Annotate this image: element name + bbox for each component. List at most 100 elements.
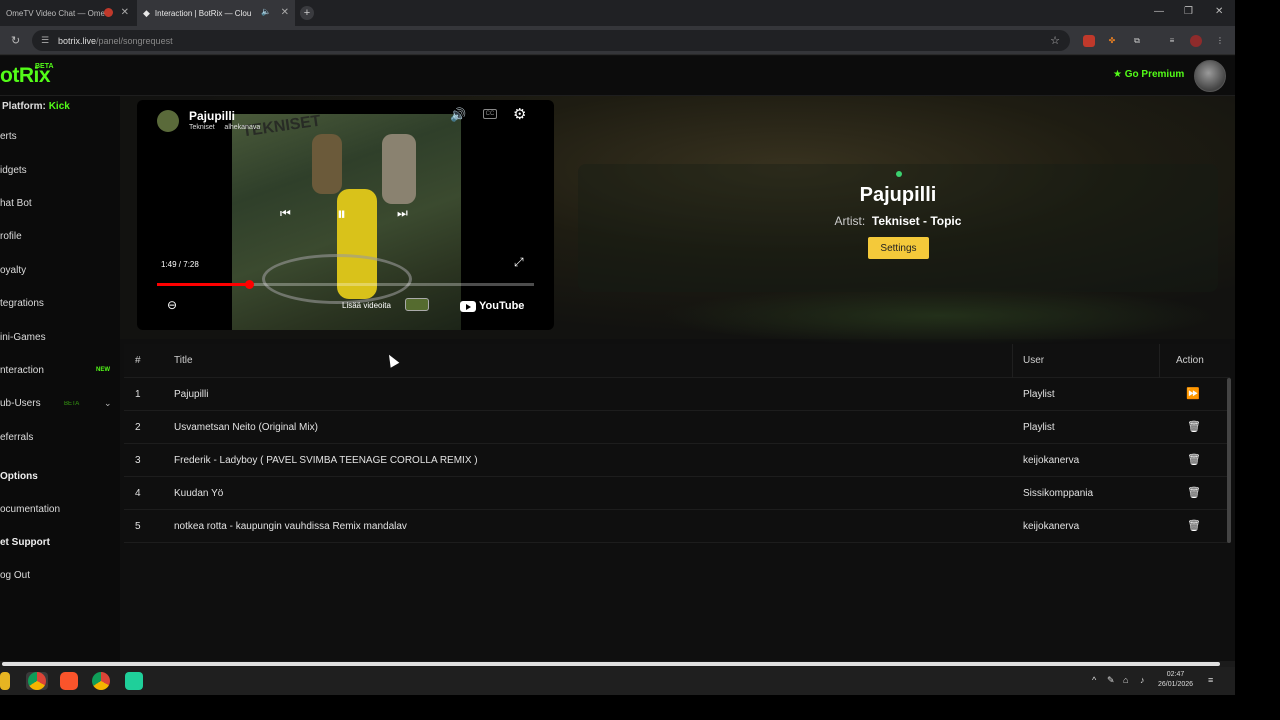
artist-label: Artist:: [834, 214, 866, 228]
extension-icon[interactable]: [1083, 35, 1095, 47]
screen: OmeTV Video Chat — Ome ✕ ◆ Interaction |…: [0, 0, 1235, 695]
volume-icon[interactable]: 🔊: [450, 107, 466, 123]
now-playing-panel: Pajupilli Artist: Tekniset - Topic Setti…: [578, 164, 1218, 292]
channel-avatar[interactable]: [157, 110, 179, 132]
scrollbar-thumb[interactable]: [2, 662, 1220, 666]
reload-icon[interactable]: ↻: [11, 34, 20, 47]
browser-tab[interactable]: OmeTV Video Chat — Ome ✕: [0, 0, 135, 26]
url-field[interactable]: ☰ botrix.live/panel/songrequest ☆: [32, 30, 1070, 51]
video-title[interactable]: Pajupilli: [189, 109, 235, 123]
gear-icon[interactable]: ⚙: [513, 105, 526, 123]
trash-icon[interactable]: 🗑: [1187, 519, 1201, 532]
row-title: Usvametsan Neito (Original Mix): [174, 422, 318, 433]
notifications-icon[interactable]: ≡: [1208, 675, 1213, 685]
trash-icon[interactable]: 🗑: [1187, 453, 1201, 466]
trash-icon[interactable]: 🗑: [1187, 420, 1201, 433]
row-number: 3: [135, 455, 141, 466]
row-title: notkea rotta - kaupungin vauhdissa Remix…: [174, 521, 407, 532]
main-content: TEKNISET Pajupilli Tekniset alhekanava 🔊…: [120, 96, 1235, 661]
sidebar-item-log-out[interactable]: og Out: [0, 570, 30, 581]
vertical-scrollbar[interactable]: [1227, 378, 1231, 543]
table-row[interactable]: 4 Kuudan Yö Sissikomppania 🗑: [124, 477, 1230, 510]
sidebar-item-widgets[interactable]: idgets: [0, 165, 27, 176]
youtube-label: YouTube: [479, 300, 525, 312]
video-channel: Tekniset alhekanava: [189, 124, 260, 131]
song-queue-table: # Title User Action 1 Pajupilli Playlist…: [124, 344, 1230, 544]
table-row[interactable]: 2 Usvametsan Neito (Original Mix) Playli…: [124, 411, 1230, 444]
sidebar-item-sub-users[interactable]: ub-Users: [0, 398, 41, 409]
platform-indicator: Platform: Kick: [2, 101, 70, 112]
sidebar-item-chat-bot[interactable]: hat Bot: [0, 198, 32, 209]
row-user: Playlist: [1023, 422, 1055, 433]
sidebar-item-mini-games[interactable]: ini-Games: [0, 332, 46, 343]
skip-forward-icon[interactable]: ⏩: [1186, 387, 1200, 400]
previous-track-icon[interactable]: ⏮: [280, 206, 291, 221]
media-control-icon[interactable]: ≡: [1166, 35, 1178, 47]
close-window-icon[interactable]: ✕: [1215, 6, 1223, 17]
restore-icon[interactable]: ❐: [1184, 6, 1193, 17]
progress-fill: [157, 283, 250, 286]
settings-button[interactable]: Settings: [868, 237, 929, 259]
file-explorer-icon[interactable]: [0, 672, 10, 690]
row-title: Kuudan Yö: [174, 488, 224, 499]
trash-icon[interactable]: 🗑: [1187, 486, 1201, 499]
network-icon[interactable]: ⌂: [1123, 675, 1128, 685]
taskbar-clock[interactable]: 02:47 26/01/2026: [1158, 670, 1193, 690]
table-row[interactable]: 5 notkea rotta - kaupungin vauhdissa Rem…: [124, 510, 1230, 543]
bookmark-star-icon[interactable]: ☆: [1050, 34, 1060, 47]
go-premium-button[interactable]: ★ Go Premium: [1113, 69, 1184, 80]
browser-tab-active[interactable]: ◆ Interaction | BotRix — Clou 🔈 ✕: [137, 0, 295, 26]
tray-chevron-icon[interactable]: ^: [1092, 675, 1096, 685]
sidebar-item-referrals[interactable]: eferrals: [0, 432, 33, 443]
more-videos-label[interactable]: Lisää videoita: [342, 301, 391, 310]
user-avatar[interactable]: [1194, 60, 1226, 92]
url-host: botrix.live: [58, 35, 97, 46]
close-tab-icon[interactable]: ✕: [121, 7, 129, 18]
audio-playing-icon[interactable]: 🔈: [261, 7, 271, 16]
url-path: /panel/songrequest: [96, 35, 173, 46]
more-videos-thumb-icon[interactable]: [405, 298, 429, 311]
clock-time: 02:47: [1166, 671, 1185, 678]
menu-dots-icon[interactable]: ⋮: [1214, 35, 1226, 47]
close-tab-icon[interactable]: ✕: [281, 7, 289, 18]
youtube-logo[interactable]: YouTube: [460, 300, 524, 312]
brave-icon[interactable]: [60, 672, 78, 690]
volume-tray-icon[interactable]: ♪: [1140, 675, 1145, 685]
chrome-icon[interactable]: [28, 672, 46, 690]
chevron-down-icon[interactable]: ⌄: [104, 398, 112, 409]
time-display: 1:49 / 7:28: [161, 260, 199, 269]
minimize-icon[interactable]: —: [1154, 6, 1164, 17]
extension-icon[interactable]: ✤: [1106, 35, 1118, 47]
fullscreen-icon[interactable]: ⤢: [514, 255, 524, 270]
link-icon[interactable]: ⊖: [167, 298, 177, 312]
sidebar-section-options: Options: [0, 471, 38, 482]
sidebar-item-profile[interactable]: rofile: [0, 231, 22, 242]
sidebar-item-get-support[interactable]: et Support: [0, 537, 50, 548]
beta-badge: BETA: [64, 401, 80, 407]
profile-avatar-icon[interactable]: [1190, 35, 1202, 47]
table-header-row: # Title User Action: [124, 344, 1230, 378]
new-tab-button[interactable]: +: [300, 6, 314, 20]
table-row[interactable]: 1 Pajupilli Playlist ⏩: [124, 378, 1230, 411]
progress-bar[interactable]: [157, 280, 534, 289]
platform-value: Kick: [48, 101, 70, 112]
site-info-icon[interactable]: ☰: [41, 35, 49, 46]
sidebar-item-integrations[interactable]: tegrations: [0, 298, 44, 309]
now-playing-artist: Artist: Tekniset - Topic: [578, 214, 1218, 228]
extensions-puzzle-icon[interactable]: ⧉: [1131, 35, 1143, 47]
next-track-icon[interactable]: ⏭: [397, 206, 408, 221]
app-icon[interactable]: [125, 672, 143, 690]
sidebar-item-interaction[interactable]: nteraction: [0, 365, 44, 376]
live-status-dot: [896, 171, 902, 177]
sidebar-item-documentation[interactable]: ocumentation: [0, 504, 60, 515]
sidebar-item-loyalty[interactable]: oyalty: [0, 265, 26, 276]
table-row[interactable]: 3 Frederik - Ladyboy ( PAVEL SVIMBA TEEN…: [124, 444, 1230, 477]
captions-icon[interactable]: CC: [483, 109, 497, 119]
row-user: keijokanerva: [1023, 521, 1080, 532]
youtube-player[interactable]: TEKNISET Pajupilli Tekniset alhekanava 🔊…: [137, 100, 554, 330]
pause-icon[interactable]: ⏸: [337, 204, 346, 225]
blurred-background: [660, 286, 1220, 346]
pen-icon[interactable]: ✎: [1107, 675, 1115, 686]
chrome-icon[interactable]: [92, 672, 110, 690]
sidebar-item-alerts[interactable]: erts: [0, 131, 17, 142]
